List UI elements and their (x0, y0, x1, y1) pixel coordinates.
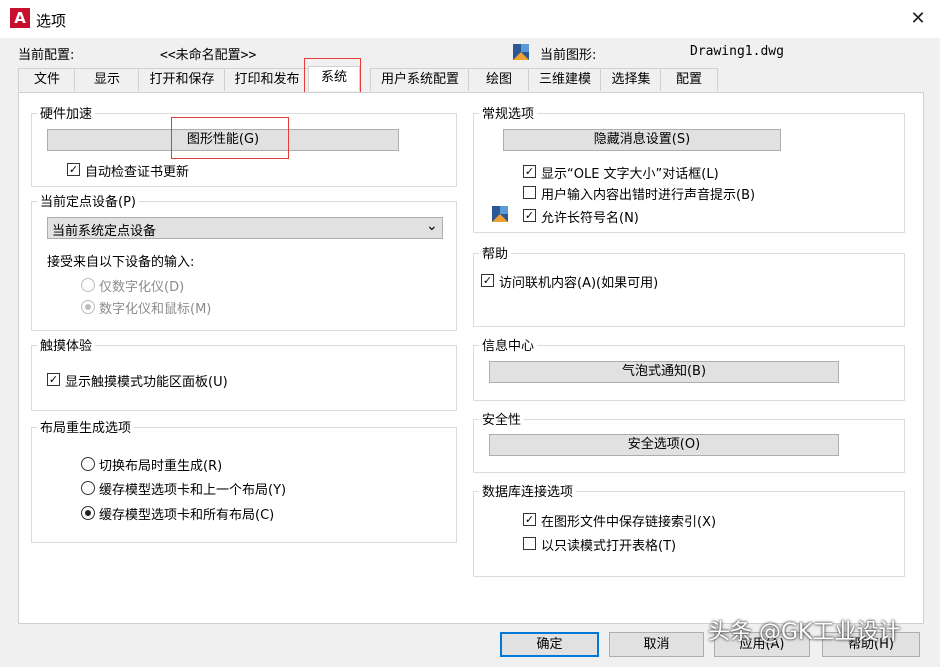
ole-dialog-checkbox[interactable]: ✓ (523, 165, 536, 178)
tab-display[interactable]: 显示 (74, 68, 140, 91)
pointing-device-selected: 当前系统定点设备 (52, 224, 157, 239)
regen-switch-radio[interactable] (81, 457, 95, 471)
button-highlight-box (171, 117, 289, 159)
layout-regen-title: 布局重生成选项 (37, 417, 135, 436)
cache-all-label: 缓存模型选项卡和所有布局(C) (99, 508, 275, 523)
auto-check-cert-checkbox[interactable]: ✓ (67, 163, 80, 176)
auto-check-cert-label: 自动检查证书更新 (85, 165, 190, 180)
beep-checkbox[interactable] (523, 186, 536, 199)
save-link-index-checkbox[interactable]: ✓ (523, 513, 536, 526)
tab-highlight-box (304, 58, 361, 93)
hardware-title: 硬件加速 (37, 103, 96, 122)
cache-last-radio[interactable] (81, 481, 95, 495)
current-profile-value: <<未命名配置>> (160, 48, 257, 63)
pointing-device-select[interactable]: 当前系统定点设备 ⌄ (47, 217, 443, 239)
tab-selection[interactable]: 选择集 (600, 68, 662, 91)
pointing-device-title: 当前定点设备(P) (37, 191, 139, 210)
online-content-label: 访问联机内容(A)(如果可用) (499, 276, 659, 291)
balloon-notification-button[interactable]: 气泡式通知(B) (489, 361, 839, 383)
tab-user-preferences[interactable]: 用户系统配置 (370, 68, 470, 91)
regen-switch-label: 切换布局时重生成(R) (99, 459, 223, 474)
database-group (473, 491, 905, 577)
help-title: 帮助 (479, 243, 512, 262)
database-title: 数据库连接选项 (479, 481, 577, 500)
beep-label: 用户输入内容出错时进行声音提示(B) (541, 188, 756, 203)
general-title: 常规选项 (479, 103, 538, 122)
radio-dot-icon (85, 510, 91, 516)
digitizer-only-label: 仅数字化仪(D) (99, 280, 185, 295)
info-center-title: 信息中心 (479, 335, 538, 354)
tab-drafting[interactable]: 绘图 (468, 68, 530, 91)
ok-button[interactable]: 确定 (500, 632, 599, 657)
online-content-checkbox[interactable]: ✓ (481, 274, 494, 287)
tab-open-save[interactable]: 打开和保存 (138, 68, 226, 91)
tab-plot-publish[interactable]: 打印和发布 (224, 68, 310, 91)
drawing-icon (513, 44, 529, 60)
cache-last-label: 缓存模型选项卡和上一个布局(Y) (99, 483, 287, 498)
touch-panel-checkbox[interactable]: ✓ (47, 373, 60, 386)
tab-files[interactable]: 文件 (18, 68, 76, 91)
watermark-text: 头条 @GK工业设计 (708, 620, 901, 645)
save-link-index-label: 在图形文件中保存链接索引(X) (541, 515, 717, 530)
drawing-icon (492, 206, 508, 222)
security-options-button[interactable]: 安全选项(O) (489, 434, 839, 456)
touch-title: 触摸体验 (37, 335, 96, 354)
cancel-button[interactable]: 取消 (609, 632, 704, 657)
chevron-down-icon: ⌄ (426, 218, 438, 234)
current-profile-label: 当前配置: (18, 48, 75, 63)
system-tab-panel: 硬件加速 图形性能(G) ✓ 自动检查证书更新 当前定点设备(P) 当前系统定点… (18, 92, 924, 624)
close-icon[interactable]: ✕ (904, 6, 932, 32)
window-title: 选项 (36, 12, 67, 30)
long-names-checkbox[interactable]: ✓ (523, 209, 536, 222)
readonly-tables-label: 以只读模式打开表格(T) (541, 539, 677, 554)
digitizer-mouse-label: 数字化仪和鼠标(M) (99, 302, 212, 317)
title-bar: A 选项 ✕ (0, 0, 940, 38)
digitizer-only-radio[interactable] (81, 278, 95, 292)
cache-all-radio[interactable] (81, 506, 95, 520)
current-drawing-value: Drawing1.dwg (690, 44, 784, 59)
tab-3d-modeling[interactable]: 三维建模 (528, 68, 602, 91)
long-names-label: 允许长符号名(N) (541, 211, 639, 226)
touch-panel-label: 显示触摸模式功能区面板(U) (65, 375, 228, 390)
autocad-app-icon: A (10, 8, 30, 28)
security-title: 安全性 (479, 409, 525, 428)
ole-dialog-label: 显示“OLE 文字大小”对话框(L) (541, 167, 719, 182)
digitizer-mouse-radio[interactable] (81, 300, 95, 314)
accept-input-label: 接受来自以下设备的输入: (47, 255, 195, 270)
current-drawing-label: 当前图形: (540, 48, 597, 63)
readonly-tables-checkbox[interactable] (523, 537, 536, 550)
tab-profiles[interactable]: 配置 (660, 68, 718, 91)
radio-dot-icon (85, 304, 91, 310)
hidden-message-button[interactable]: 隐藏消息设置(S) (503, 129, 781, 151)
